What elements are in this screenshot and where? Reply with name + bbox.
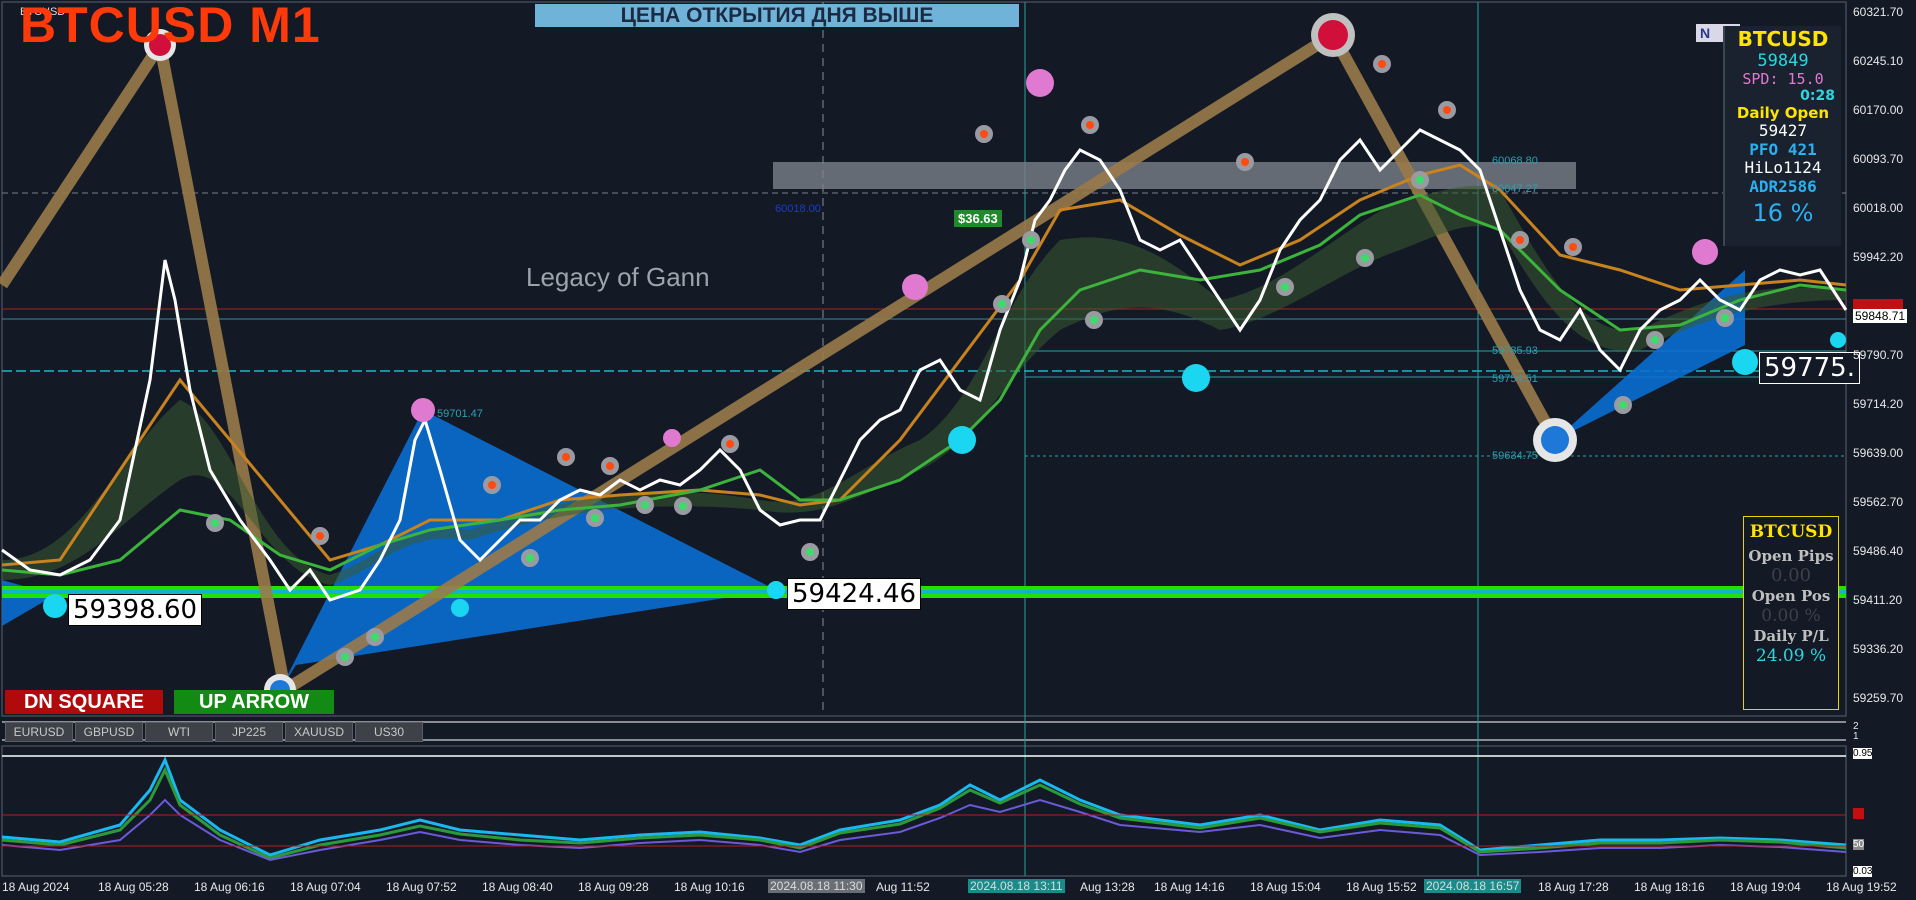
osc-tick: 0.03 <box>1853 866 1873 877</box>
support-band-core <box>2 590 1846 594</box>
level-tag: 60047.27 <box>1492 183 1538 195</box>
x-tick: 18 Aug 09:28 <box>578 880 649 894</box>
up-arrow-button[interactable]: UP ARROW <box>174 690 334 714</box>
y-tick: 60093.70 <box>1853 152 1904 166</box>
x-tick: 18 Aug 19:52 <box>1826 880 1897 894</box>
symbol-tab-eurusd[interactable]: EURUSD <box>5 722 73 742</box>
x-tick: 18 Aug 06:16 <box>194 880 265 894</box>
osc-tick: 50 <box>1853 839 1865 850</box>
info-panel: BTCUSD 59849 SPD: 15.0 0:28 Daily Open 5… <box>1723 26 1841 246</box>
level-tag: 59634.75 <box>1492 450 1538 462</box>
x-tick: 18 Aug 08:40 <box>482 880 553 894</box>
x-vline-time: 2024.08.18 16:57 <box>1424 879 1522 893</box>
x-tick: 18 Aug 18:16 <box>1634 880 1705 894</box>
level-tag: 59701.47 <box>437 408 483 420</box>
x-tick: 18 Aug 14:16 <box>1154 880 1225 894</box>
y-tick: 59942.20 <box>1853 250 1904 264</box>
daily-open-banner: ЦЕНА ОТКРЫТИЯ ДНЯ ВЫШЕ <box>535 4 1019 27</box>
x-tick: 18 Aug 15:04 <box>1250 880 1321 894</box>
osc-green <box>1 766 1847 860</box>
acct-open-pips-label: Open Pips <box>1748 547 1834 565</box>
acct-open-pips-value: 0.00 <box>1770 565 1812 586</box>
osc-tick: 30 <box>1853 808 1865 819</box>
chart-title: BTCUSD M1 <box>20 0 321 53</box>
level-tag: 60018.00 <box>775 203 821 215</box>
signal-dots <box>43 13 1846 706</box>
acct-symbol: BTCUSD <box>1749 522 1833 542</box>
current-price-tag: 59848.71 <box>1853 309 1908 323</box>
account-panel: BTCUSD Open Pips 0.00 Open Pos 0.00 % Da… <box>1743 516 1839 710</box>
info-pfo: PFO 421 <box>1749 140 1817 159</box>
acct-open-pos-label: Open Pos <box>1751 587 1831 605</box>
x-vline-time: 2024.08.18 13:11 <box>968 879 1065 893</box>
info-adr: ADR2586 <box>1749 177 1817 196</box>
info-hilo: HiLo1124 <box>1744 158 1822 177</box>
x-crosshair-time: 2024.08.18 11:30 <box>768 879 865 893</box>
info-spread: SPD: 15.0 <box>1742 70 1824 88</box>
info-adr-pct: 16 % <box>1752 199 1814 227</box>
info-daily-open-value: 59427 <box>1758 121 1808 140</box>
price-line <box>1 128 1848 602</box>
symbol-tab-jp225[interactable]: JP225 <box>215 722 283 742</box>
profit-tag: $36.63 <box>954 210 1002 227</box>
y-tick: 60018.00 <box>1853 201 1904 215</box>
x-tick: 18 Aug 07:52 <box>386 880 457 894</box>
osc-tick: 1 <box>1853 731 1859 742</box>
osc-tick: 0.95 <box>1853 748 1873 759</box>
symbol-tab-gbpusd[interactable]: GBPUSD <box>75 722 143 742</box>
acct-daily-pl-label: Daily P/L <box>1753 627 1829 645</box>
symbol-tab-us30[interactable]: US30 <box>355 722 423 742</box>
dn-square-button[interactable]: DN SQUARE <box>5 690 163 714</box>
y-tick: 60321.70 <box>1853 5 1904 19</box>
x-tick: 18 Aug 07:04 <box>290 880 361 894</box>
x-tick: Aug 13:28 <box>1080 880 1135 894</box>
price-label-left-low: 59398.60 <box>68 594 203 626</box>
price-label-mid-low: 59424.46 <box>787 578 922 610</box>
y-tick: 59639.00 <box>1853 446 1904 460</box>
level-tag: 60068.80 <box>1492 155 1538 167</box>
watermark: Legacy of Gann <box>526 262 710 292</box>
symbol-tab-xauusd[interactable]: XAUUSD <box>285 722 353 742</box>
price-chart-canvas[interactable] <box>0 0 1916 900</box>
x-tick: 18 Aug 19:04 <box>1730 880 1801 894</box>
x-tick: 18 Aug 15:52 <box>1346 880 1417 894</box>
info-daily-open-label: Daily Open <box>1736 104 1830 122</box>
level-tag: 59754.51 <box>1492 373 1538 385</box>
symbol-tab-wti[interactable]: WTI <box>145 722 213 742</box>
x-tick: 18 Aug 17:28 <box>1538 880 1609 894</box>
ma-orange <box>1 163 1847 567</box>
price-label-current: 59775. <box>1759 352 1860 384</box>
x-tick: 18 Aug 2024 <box>2 880 70 894</box>
y-tick: 59411.20 <box>1853 593 1903 607</box>
x-tick: Aug 11:52 <box>876 880 930 894</box>
symbol-tabs: EURUSD GBPUSD WTI JP225 XAUUSD US30 <box>5 722 423 742</box>
y-tick: 59336.20 <box>1853 642 1904 656</box>
osc-blue <box>1 756 1847 857</box>
y-tick: 59790.70 <box>1853 348 1904 362</box>
info-symbol: BTCUSD <box>1737 27 1829 51</box>
x-tick: 18 Aug 10:16 <box>674 880 745 894</box>
acct-daily-pl-value: 24.09 % <box>1755 646 1827 666</box>
info-price: 59849 <box>1757 51 1809 71</box>
main-plot-frame <box>1 1 1847 717</box>
y-tick: 60170.00 <box>1853 103 1904 117</box>
acct-open-pos-value: 0.00 % <box>1761 606 1821 626</box>
y-tick: 59259.70 <box>1853 691 1904 705</box>
y-tick: 59562.70 <box>1853 495 1904 509</box>
x-tick: 18 Aug 05:28 <box>98 880 169 894</box>
y-tick: 60245.10 <box>1853 54 1904 68</box>
info-timer: 0:28 <box>1800 88 1835 104</box>
y-tick: 59714.20 <box>1853 397 1904 411</box>
y-tick: 59486.40 <box>1853 544 1904 558</box>
level-tag: 59785.93 <box>1492 345 1538 357</box>
